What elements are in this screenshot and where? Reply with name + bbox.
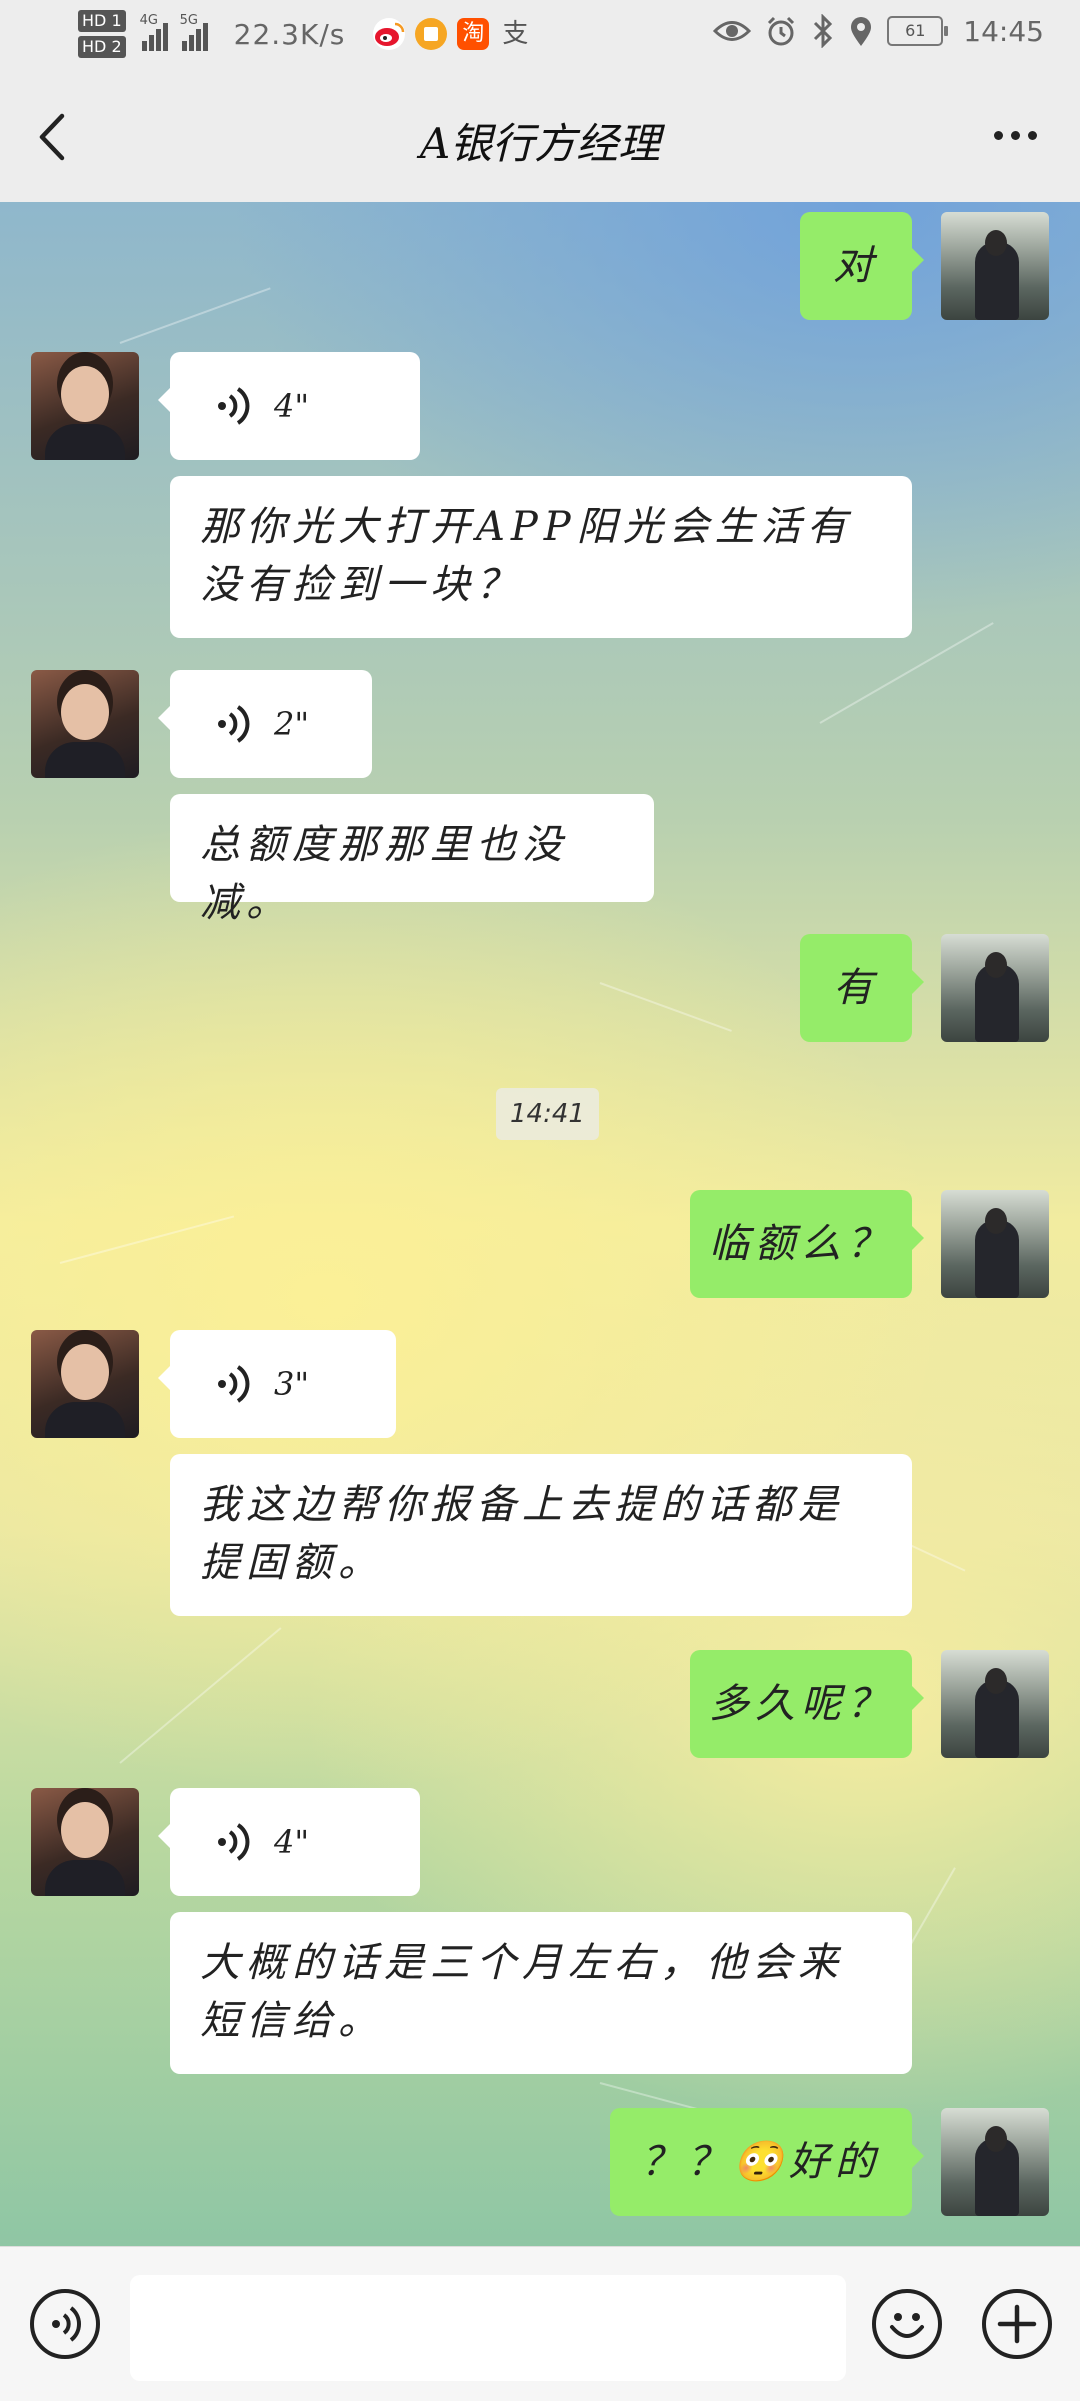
weibo-icon [373,18,406,50]
orange-app-icon [415,18,448,50]
message-text: 大概的话是三个月左右，他会来短信给。 [200,1940,844,2044]
voice-wave-icon [218,1823,250,1861]
avatar-self[interactable] [941,1190,1049,1298]
message-bubble-sent[interactable]: ？？😳好的 [610,2108,924,2216]
chat-title: A银行方经理 [419,119,661,168]
message-text: 对 [833,243,879,289]
voice-mode-icon[interactable] [30,2289,100,2359]
alarm-icon [768,16,795,46]
voice-duration: 4" [274,387,310,425]
message-text: 那你光大打开APP阳光会生活有没有捡到一块？ [200,504,853,608]
avatar-self[interactable] [941,2108,1049,2216]
message-text: 有 [833,965,879,1011]
clock: 14:45 [963,14,1044,48]
chat-area[interactable]: 对 4" 那你光大打开APP阳光会生活有没有捡到一块？ 2" 总额度那那里也没减… [0,202,1080,2246]
avatar-contact[interactable] [31,1788,139,1896]
avatar-self[interactable] [941,934,1049,1042]
status-bar: HD 1 HD 2 4G 5G 22.3K/s 淘 支 61 14:45 [0,0,1080,70]
voice-message[interactable]: 2" [158,670,372,778]
hd-indicator: HD 1 HD 2 [78,8,126,60]
voice-wave-icon [218,1365,250,1403]
alipay-icon: 支 [502,19,529,49]
voice-message[interactable]: 4" [158,1788,420,1896]
message-text: ？？😳好的 [641,2139,881,2185]
sig2-label: 5G [179,13,198,28]
net-speed: 22.3K/s [233,17,346,51]
hd1-badge: HD 1 [78,10,126,32]
voice-duration: 2" [274,705,310,743]
message-bubble-received[interactable]: 我这边帮你报备上去提的话都是提固额。 [170,1454,912,1616]
sig1-label: 4G [139,13,158,28]
eye-icon [713,21,752,41]
signal-4g-icon: 4G [140,13,168,51]
message-text: 总额度那那里也没减。 [200,822,568,926]
battery-icon: 61 [887,16,949,46]
plus-icon[interactable] [982,2289,1052,2359]
voice-message[interactable]: 4" [158,352,420,460]
bluetooth-icon [814,14,833,48]
taobao-icon: 淘 [457,18,490,50]
voice-duration: 4" [274,1823,310,1861]
voice-wave-icon [218,705,250,743]
voice-message[interactable]: 3" [158,1330,396,1438]
avatar-self[interactable] [941,1650,1049,1758]
avatar-contact[interactable] [31,1330,139,1438]
location-icon [851,17,872,46]
signal-5g-icon: 5G [180,13,208,51]
avatar-contact[interactable] [31,352,139,460]
timestamp: 14:41 [496,1088,599,1140]
avatar-self[interactable] [941,212,1049,320]
voice-duration: 3" [274,1365,310,1403]
more-dots-icon[interactable] [980,110,1050,160]
emoji-icon[interactable] [872,2289,942,2359]
message-bubble-received[interactable]: 总额度那那里也没减。 [170,794,654,926]
avatar-contact[interactable] [31,670,139,778]
message-bubble-sent[interactable]: 有 [800,934,924,1042]
message-text: 多久呢？ [709,1681,893,1727]
message-bubble-received[interactable]: 那你光大打开APP阳光会生活有没有捡到一块？ [170,476,912,638]
hd2-badge: HD 2 [78,36,126,58]
message-text: 我这边帮你报备上去提的话都是提固额。 [200,1482,844,1586]
input-bar [0,2246,1080,2401]
message-bubble-sent[interactable]: 对 [800,212,924,320]
voice-wave-icon [218,387,250,425]
message-text: 临额么？ [709,1221,893,1267]
chat-header: A银行方经理 [0,70,1080,202]
message-bubble-sent[interactable]: 多久呢？ [690,1650,924,1758]
message-input[interactable] [130,2275,846,2381]
message-bubble-sent[interactable]: 临额么？ [690,1190,924,1298]
message-bubble-received[interactable]: 大概的话是三个月左右，他会来短信给。 [170,1912,912,2074]
